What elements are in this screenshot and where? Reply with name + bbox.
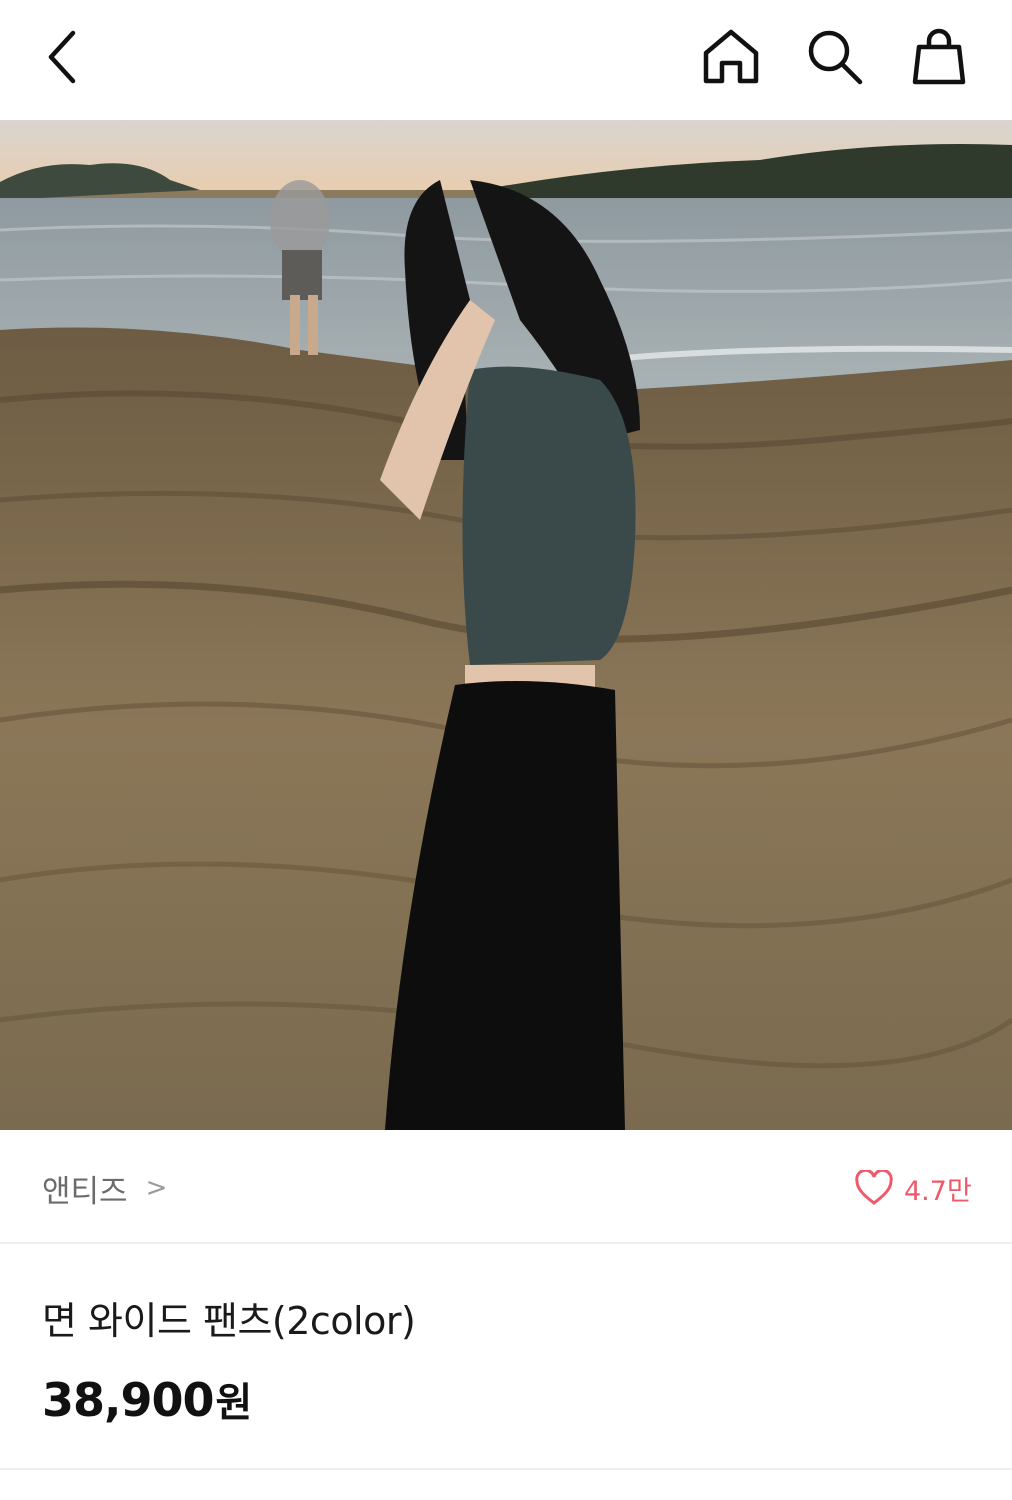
home-icon xyxy=(703,29,759,84)
brand-name: 앤티즈 xyxy=(42,1173,128,1210)
top-navigation-bar xyxy=(0,0,1012,120)
price-currency: 원 xyxy=(215,1380,253,1426)
home-button[interactable] xyxy=(700,26,762,88)
back-button[interactable] xyxy=(32,26,94,88)
search-icon xyxy=(808,30,863,85)
price-amount: 38,900 xyxy=(42,1373,215,1427)
shopping-bag-icon xyxy=(912,28,966,85)
chevron-left-icon xyxy=(48,30,76,84)
chevron-right-icon: > xyxy=(145,1173,168,1203)
like-count: 4.7만 xyxy=(904,1175,972,1207)
brand-row: 앤티즈 > 4.7만 xyxy=(0,1130,1012,1244)
search-button[interactable] xyxy=(804,26,866,88)
brand-link[interactable]: 앤티즈 > xyxy=(42,1168,168,1210)
product-image-carousel[interactable] xyxy=(0,120,1012,1130)
product-price: 38,900 원 xyxy=(42,1370,252,1428)
heart-icon xyxy=(855,1170,893,1205)
divider xyxy=(0,1468,1012,1470)
product-title: 면 와이드 팬츠(2color) xyxy=(42,1299,416,1343)
cart-button[interactable] xyxy=(908,26,970,88)
like-button[interactable]: 4.7만 xyxy=(854,1166,972,1210)
product-photo xyxy=(0,120,1012,1130)
